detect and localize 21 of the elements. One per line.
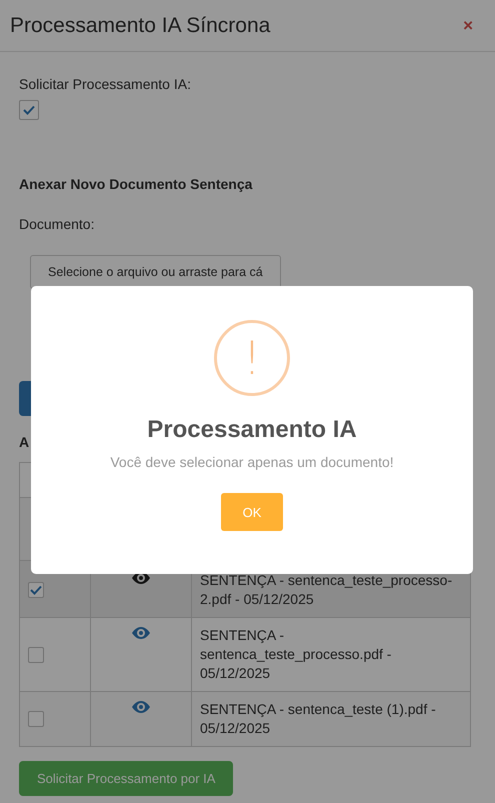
dialog-message: Você deve selecionar apenas um documento! — [110, 454, 394, 470]
field-label: Solicitar Processamento IA: — [19, 76, 192, 92]
close-button[interactable]: × — [463, 16, 473, 36]
checkbox[interactable] — [19, 100, 39, 120]
dialog-title: Processamento IA — [147, 416, 357, 444]
section-heading: A — [19, 434, 30, 452]
checkbox[interactable] — [28, 711, 44, 727]
table-cell-text: SENTENÇA - sentenca_teste_processo.pdf - 05/12/2025 — [200, 626, 392, 683]
check-icon — [30, 585, 42, 595]
field-label: Documento: — [19, 216, 96, 232]
submit-button[interactable]: Solicitar Processamento por IA — [19, 761, 234, 796]
section-heading: Anexar Novo Documento Sentença — [19, 176, 254, 192]
checkbox[interactable] — [28, 582, 44, 598]
check-icon — [23, 105, 35, 115]
warning-icon: ! — [214, 320, 290, 396]
table-cell-text: SENTENÇA - sentenca_teste (1).pdf - 05/12/2025 — [200, 700, 437, 738]
checkbox[interactable] — [28, 646, 44, 662]
table-cell-text: SENTENÇA - sentenca_teste_processo-2.pdf - 05/12/2025 — [200, 571, 454, 609]
window-title: Processamento IA Síncrona — [10, 14, 270, 38]
file-upload-button[interactable]: Selecione o arquivo ou arraste para cá — [30, 255, 281, 289]
ok-button[interactable]: OK — [221, 493, 283, 531]
